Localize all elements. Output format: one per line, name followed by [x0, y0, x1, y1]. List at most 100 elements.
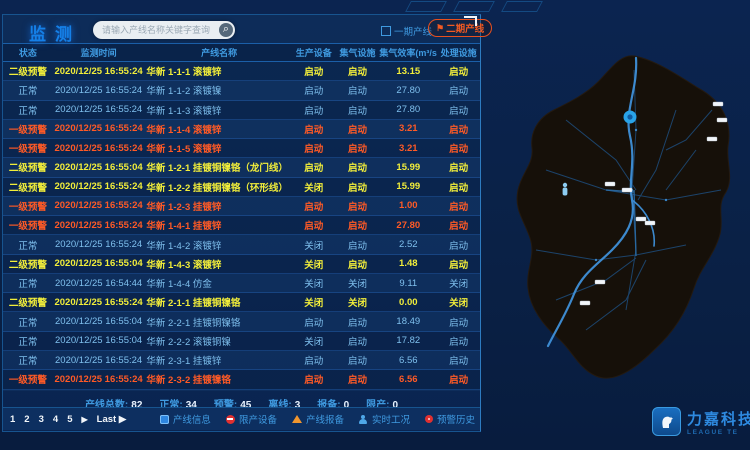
table-row[interactable]: 正常 2020/12/25 16:55:04 华新 2-2-1 挂镀铜镍铬 启动…	[3, 312, 480, 331]
column-header: 生产设备	[292, 46, 336, 59]
production-equipment-cell: 启动	[292, 122, 336, 136]
production-equipment-cell: 关闭	[292, 180, 336, 194]
gas-efficiency-cell: 3.21	[379, 123, 437, 134]
toolbar-button[interactable]: 限产设备	[226, 412, 277, 426]
gas-efficiency-cell: 6.56	[379, 374, 437, 385]
production-equipment-cell: 关闭	[292, 334, 336, 348]
map-marker[interactable]	[717, 118, 727, 122]
table-row[interactable]: 一级预警 2020/12/25 16:55:24 华新 1-1-5 滚镀锌 启动…	[3, 139, 480, 158]
search-icon[interactable]: ⌕	[219, 23, 233, 37]
toolbar-label: 产线信息	[173, 412, 211, 426]
gas-efficiency-cell: 9.11	[379, 278, 437, 289]
time-cell: 2020/12/25 16:55:24	[53, 374, 145, 385]
map-pin-icon[interactable]	[563, 183, 568, 196]
page-button[interactable]: 2	[24, 414, 29, 425]
time-cell: 2020/12/25 16:54:44	[53, 278, 145, 289]
treatment-cell: 启动	[437, 257, 480, 271]
map-marker[interactable]	[707, 137, 717, 141]
table-row[interactable]: 一级预警 2020/12/25 16:55:24 华新 1-2-3 挂镀锌 启动…	[3, 197, 480, 216]
brand-badge-icon	[652, 407, 681, 436]
toolbar-label: 预警历史	[437, 412, 475, 426]
no-entry-icon	[226, 415, 235, 424]
table-row[interactable]: 一级预警 2020/12/25 16:55:24 华新 2-3-2 挂镀镍铬 启…	[3, 370, 480, 389]
checkbox-icon[interactable]	[381, 26, 391, 36]
production-equipment-cell: 启动	[292, 64, 336, 78]
gas-efficiency-cell: 18.49	[379, 316, 437, 327]
time-cell: 2020/12/25 16:55:24	[53, 239, 145, 250]
map-marker[interactable]	[595, 280, 605, 284]
table-row[interactable]: 二级预警 2020/12/25 16:55:24 华新 1-1-1 滚镀锌 启动…	[3, 62, 480, 81]
line-name-cell: 华新 1-2-3 挂镀锌	[144, 199, 291, 213]
district-map[interactable]	[486, 50, 748, 402]
table-row[interactable]: 二级预警 2020/12/25 16:55:24 华新 2-1-1 挂镀铜镍铬 …	[3, 293, 480, 312]
page-button[interactable]: 4	[53, 414, 58, 425]
map-marker[interactable]	[713, 102, 723, 106]
table-row[interactable]: 二级预警 2020/12/25 16:55:24 华新 1-2-2 挂镀铜镍铬（…	[3, 178, 480, 197]
time-cell: 2020/12/25 16:55:24	[53, 85, 145, 96]
status-cell: 一级预警	[3, 372, 53, 386]
gas-collection-cell: 启动	[336, 64, 380, 78]
table-row[interactable]: 正常 2020/12/25 16:55:24 华新 2-3-1 挂镀锌 启动 启…	[3, 351, 480, 370]
info-square-icon	[160, 415, 169, 424]
time-cell: 2020/12/25 16:55:04	[53, 162, 145, 173]
time-cell: 2020/12/25 16:55:04	[53, 316, 145, 327]
table-row[interactable]: 正常 2020/12/25 16:55:04 华新 2-2-2 滚镀铜镍 关闭 …	[3, 332, 480, 351]
time-cell: 2020/12/25 16:55:24	[53, 181, 145, 192]
line-name-cell: 华新 1-4-1 挂镀锌	[144, 218, 291, 232]
toolbar-button[interactable]: 产线报备	[292, 412, 344, 426]
gas-efficiency-cell: 2.52	[379, 239, 437, 250]
last-page-button[interactable]: Last ▶	[97, 414, 126, 425]
map-marker[interactable]	[645, 221, 655, 225]
table-row[interactable]: 正常 2020/12/25 16:55:24 华新 1-1-2 滚镀镍 启动 启…	[3, 81, 480, 100]
table-row[interactable]: 二级预警 2020/12/25 16:55:04 华新 1-4-3 滚镀锌 关闭…	[3, 255, 480, 274]
time-cell: 2020/12/25 16:55:24	[53, 220, 145, 231]
gas-efficiency-cell: 1.00	[379, 200, 437, 211]
production-equipment-cell: 关闭	[292, 238, 336, 252]
treatment-cell: 启动	[437, 83, 480, 97]
corner-accent	[464, 16, 477, 26]
column-header: 处理设施	[437, 46, 480, 59]
monitor-panel: 监测 ⌕ 一期产线 ⚑ 二期产线 状态监测时间产线名称生产设备集气设施集气效率(…	[2, 14, 481, 432]
toolbar-button[interactable]: 产线信息	[160, 412, 211, 426]
production-equipment-cell: 启动	[292, 83, 336, 97]
toolbar-button[interactable]: 预警历史	[425, 412, 475, 426]
search-box[interactable]: ⌕	[93, 21, 235, 39]
brand-logo: 力嘉科技 LEAGUE TE	[652, 407, 750, 436]
line-name-cell: 华新 1-4-4 仿金	[144, 276, 291, 290]
warning-triangle-icon	[292, 415, 302, 423]
gas-collection-cell: 启动	[336, 199, 380, 213]
page-title: 监测	[29, 20, 81, 45]
table-row[interactable]: 正常 2020/12/25 16:54:44 华新 1-4-4 仿金 关闭 关闭…	[3, 274, 480, 293]
page-button[interactable]: 3	[39, 414, 44, 425]
table-row[interactable]: 一级预警 2020/12/25 16:55:24 华新 1-1-4 滚镀锌 启动…	[3, 120, 480, 139]
page-button[interactable]: 1	[10, 414, 15, 425]
map-marker[interactable]	[605, 182, 615, 186]
search-input[interactable]	[93, 25, 219, 35]
table-row[interactable]: 一级预警 2020/12/25 16:55:24 华新 1-4-1 挂镀锌 启动…	[3, 216, 480, 235]
table-row[interactable]: 正常 2020/12/25 16:55:24 华新 1-1-3 滚镀锌 启动 启…	[3, 101, 480, 120]
time-cell: 2020/12/25 16:55:24	[53, 143, 145, 154]
gas-efficiency-cell: 27.80	[379, 220, 437, 231]
map-circle-marker[interactable]	[624, 111, 637, 124]
status-cell: 正常	[3, 276, 53, 290]
table-row[interactable]: 二级预警 2020/12/25 16:55:04 华新 1-2-1 挂镀铜镍铬（…	[3, 158, 480, 177]
gas-collection-cell: 启动	[336, 103, 380, 117]
toolbar-button[interactable]: 实时工况	[359, 412, 410, 426]
phase1-checkbox[interactable]: 一期产线	[381, 24, 432, 38]
time-cell: 2020/12/25 16:55:24	[53, 66, 145, 77]
time-cell: 2020/12/25 16:55:24	[53, 297, 145, 308]
map-marker[interactable]	[622, 188, 632, 192]
map-marker[interactable]	[636, 217, 646, 221]
phase2-button[interactable]: ⚑ 二期产线	[428, 19, 492, 37]
gas-collection-cell: 启动	[336, 315, 380, 329]
production-equipment-cell: 启动	[292, 353, 336, 367]
status-cell: 正常	[3, 353, 53, 367]
treatment-cell: 关闭	[437, 295, 480, 309]
map-marker[interactable]	[580, 301, 590, 305]
page-button[interactable]: 5	[67, 414, 72, 425]
status-cell: 二级预警	[3, 180, 53, 194]
next-page-button[interactable]: ▶	[81, 415, 87, 424]
gas-efficiency-cell: 17.82	[379, 335, 437, 346]
table-row[interactable]: 一级预警 2020/12/25 16:55:24 华新 2-4-1 挂镀镍铬 启…	[3, 390, 480, 391]
table-row[interactable]: 正常 2020/12/25 16:55:24 华新 1-4-2 滚镀锌 关闭 启…	[3, 235, 480, 254]
